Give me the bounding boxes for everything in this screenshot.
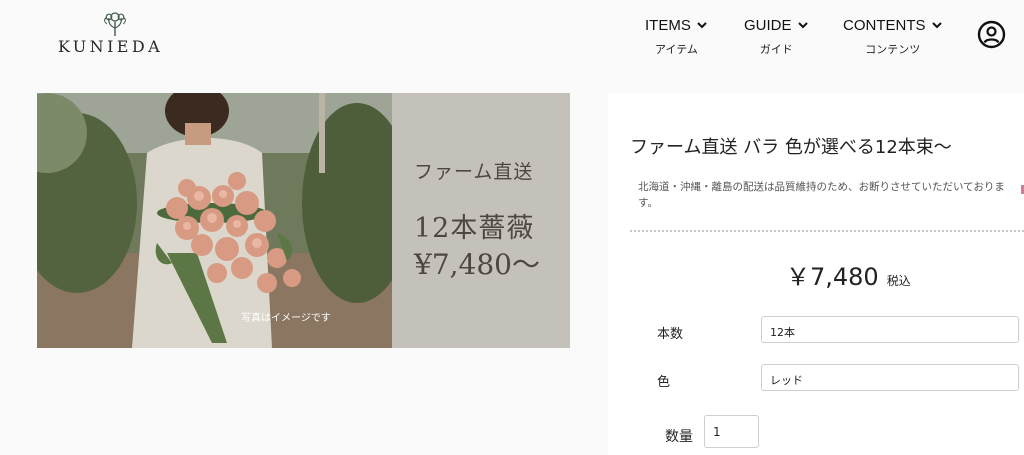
chevron-down-icon: [931, 22, 942, 29]
brand-logo[interactable]: KUNIEDA: [58, 8, 176, 58]
product-detail-panel: ファーム直送 バラ 色が選べる12本束〜 北海道・沖縄・離島の配送は品質維持のた…: [608, 93, 1024, 455]
option-color-label: 色: [657, 375, 671, 390]
nav-guide-sub: ガイド: [759, 43, 793, 56]
chevron-down-icon: [697, 22, 707, 29]
nav-items-label: ITEMS: [645, 16, 691, 34]
quantity-label: 数量: [665, 429, 693, 445]
brand-name: KUNIEDA: [58, 37, 164, 56]
hero-tagline: ファーム直送: [414, 161, 534, 183]
user-circle-icon[interactable]: [977, 20, 1006, 49]
tax-label: 税込: [886, 274, 911, 288]
count-select[interactable]: 12本: [761, 316, 1019, 343]
hero-price: ¥7,480〜: [414, 248, 540, 281]
rose-bouquet-photo: [37, 93, 392, 348]
hero-image-note: 写真はイメージです: [241, 313, 331, 324]
color-select[interactable]: レッド: [761, 364, 1019, 391]
hero-count: 12本薔薇: [414, 213, 535, 244]
flower-bouquet-logo-icon: [104, 12, 126, 36]
nav-contents-sub: コンテンツ: [865, 43, 921, 56]
nav-items[interactable]: ITEMS アイテム: [645, 14, 708, 57]
product-price: ￥7,480 税込: [786, 257, 911, 292]
quantity-input[interactable]: [704, 415, 759, 448]
option-count-label: 本数: [657, 327, 684, 342]
nav-items-sub: アイテム: [654, 43, 698, 56]
chevron-down-icon: [797, 22, 808, 29]
product-title: ファーム直送 バラ 色が選べる12本束〜: [630, 137, 952, 158]
nav-contents[interactable]: CONTENTS コンテンツ: [843, 14, 943, 57]
nav-guide-label: GUIDE: [744, 16, 792, 34]
nav-contents-label: CONTENTS: [843, 16, 926, 34]
dotted-divider: [630, 230, 1024, 232]
shipping-notice: 北海道・沖縄・離島の配送は品質維持のため、お断りさせていただいております。: [638, 181, 1005, 209]
hero-text-panel: ファーム直送 12本薔薇 ¥7,480〜: [392, 93, 570, 348]
nav-guide[interactable]: GUIDE ガイド: [744, 14, 809, 57]
price-value: ￥7,480: [786, 263, 879, 291]
hero-banner[interactable]: ファーム直送 12本薔薇 ¥7,480〜 写真はイメージです: [37, 93, 570, 348]
